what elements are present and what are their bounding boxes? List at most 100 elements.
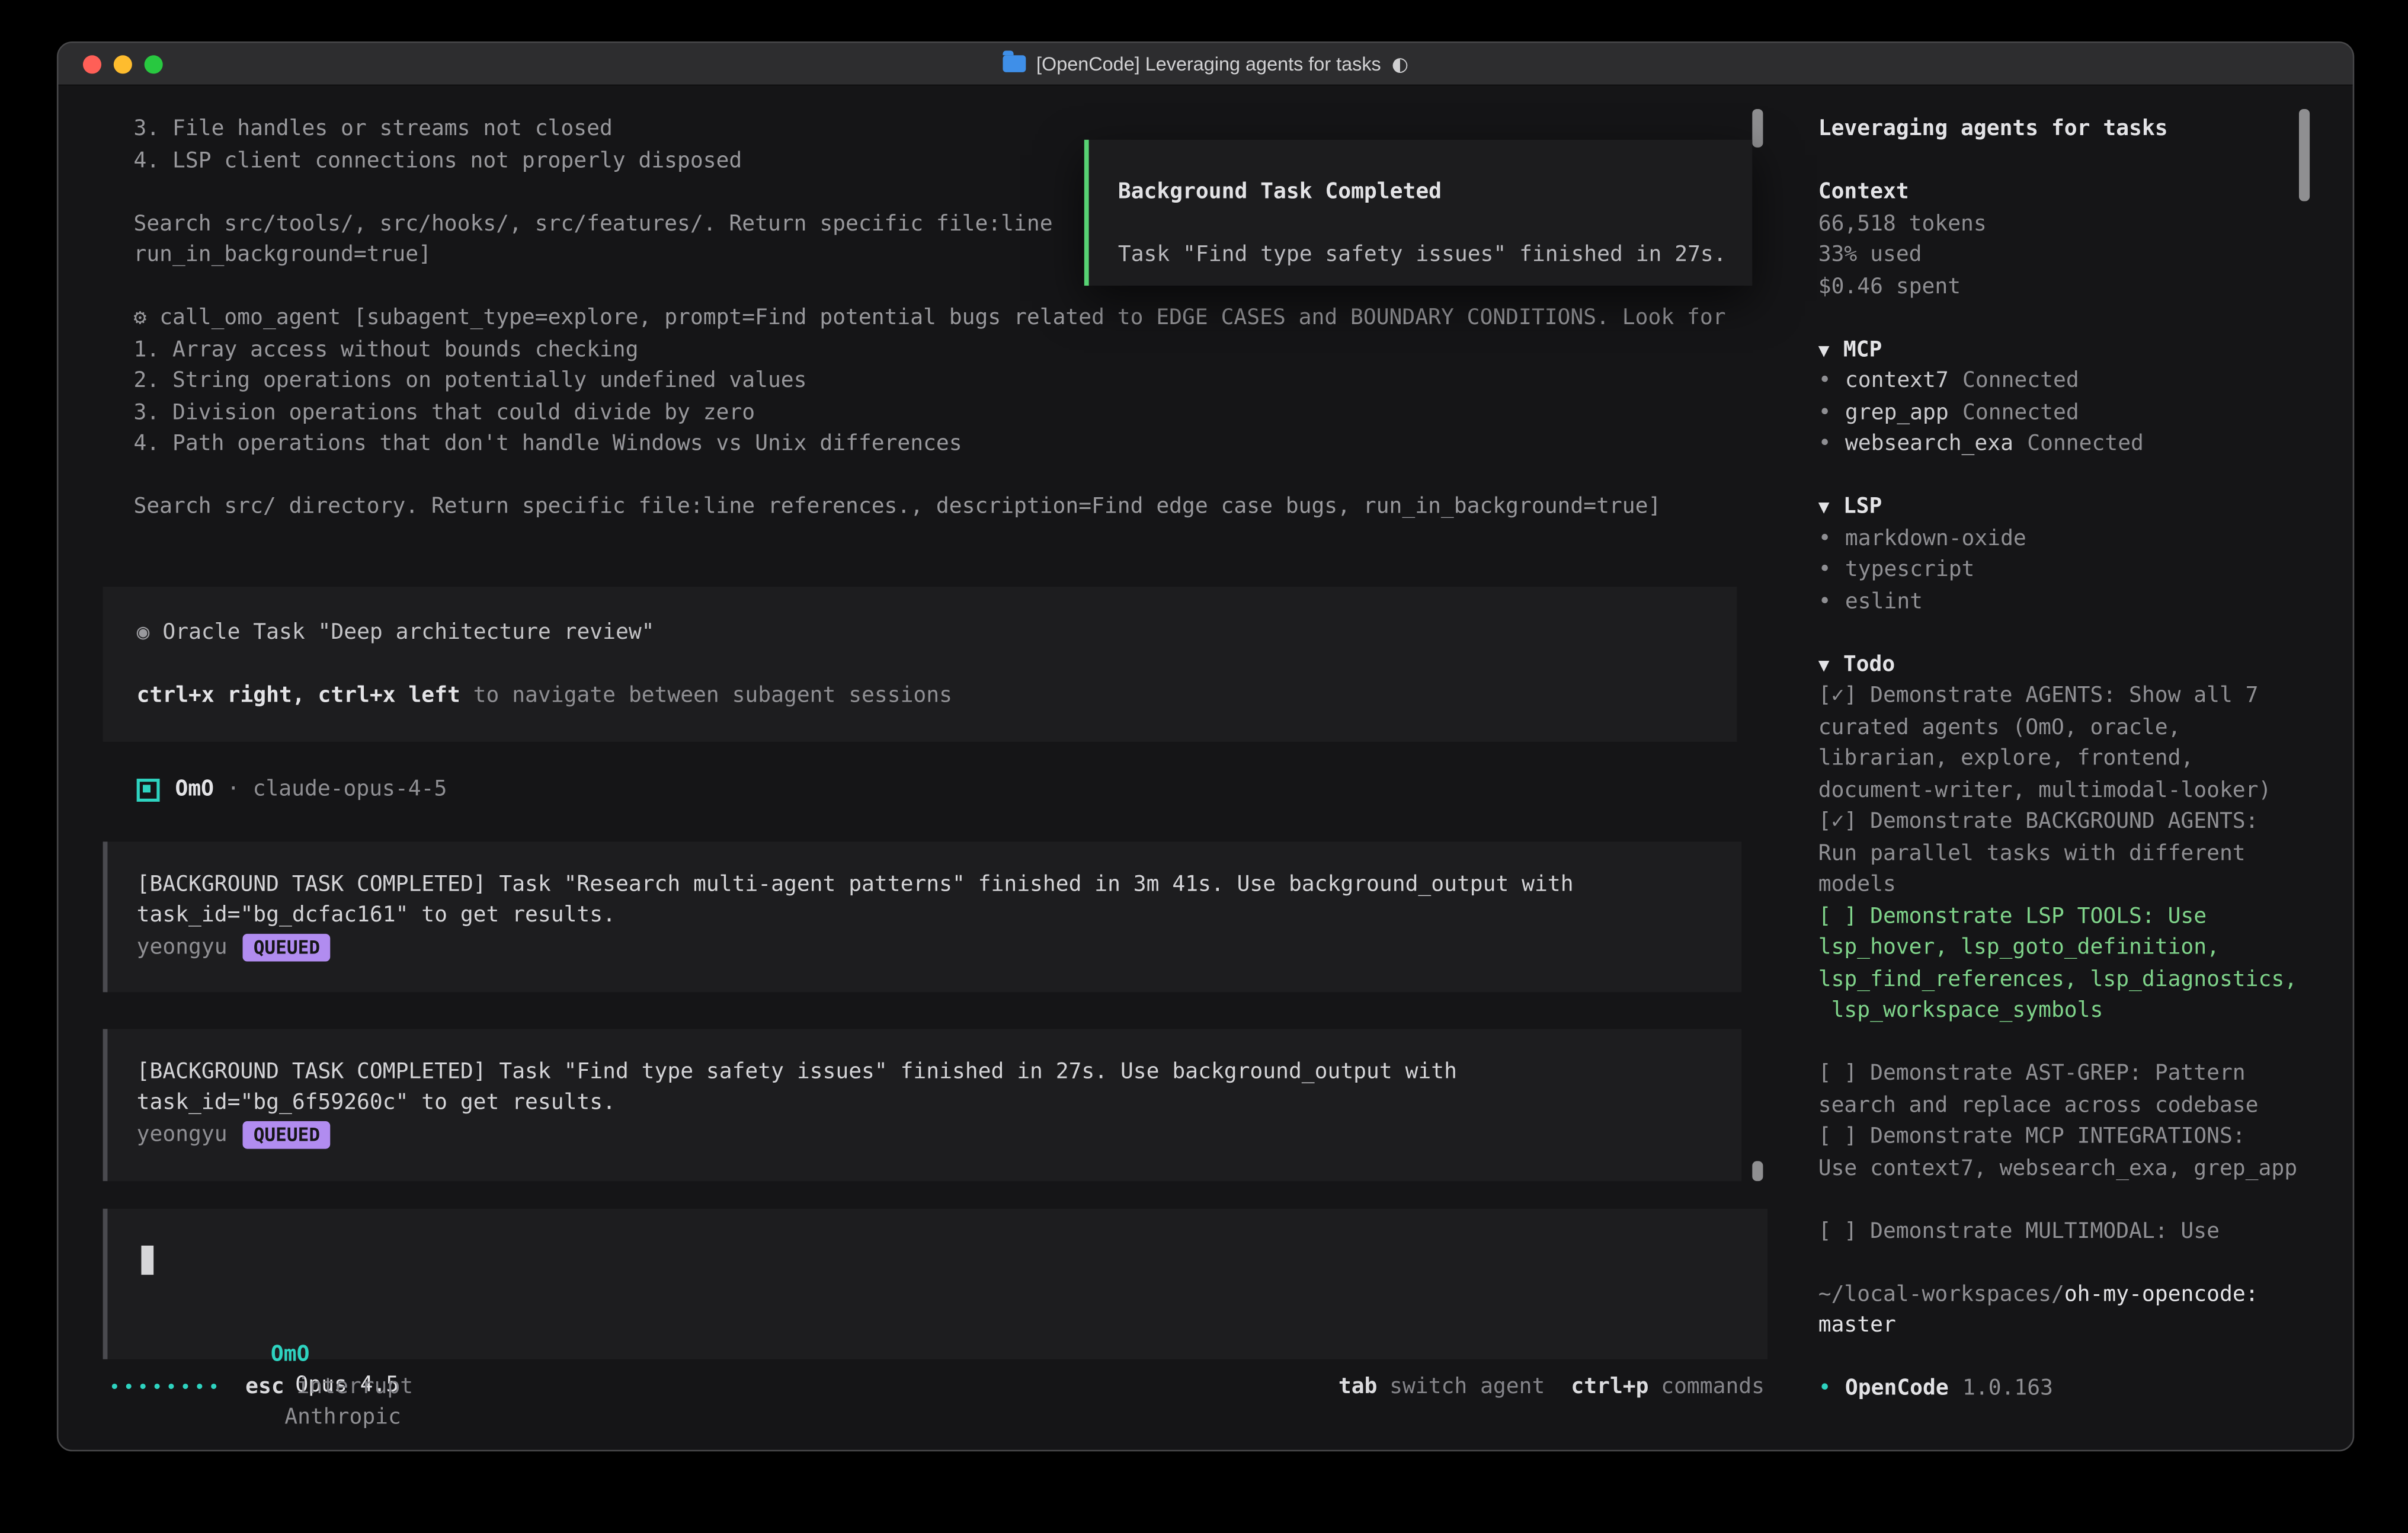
window-title: [OpenCode] Leveraging agents for tasks — [1036, 53, 1381, 74]
background-task-message: [BACKGROUND TASK COMPLETED] Task "Resear… — [103, 841, 1741, 992]
status-right: tabswitch agent ctrl+pcommands — [1339, 1374, 1765, 1398]
bullet-icon: • — [1818, 1376, 1831, 1400]
todo-item-line: [ ] Demonstrate AST-GREP: Pattern — [1818, 1058, 2322, 1090]
message-line: task_id="bg_6f59260c" to get results. — [137, 1087, 616, 1119]
blank-line — [133, 460, 1725, 491]
todo-item-line: Run parallel tasks with different — [1818, 838, 2322, 869]
bullet-icon: • — [1818, 400, 1831, 424]
oracle-hint: ctrl+x right, ctrl+x left to navigate be… — [137, 680, 952, 712]
tool-call-line: ⚙ call_omo_agent [subagent_type=explore,… — [133, 303, 1725, 334]
oracle-task-title: ◉ Oracle Task "Deep architecture review" — [137, 617, 655, 649]
mcp-item: •grep_appConnected — [1818, 397, 2322, 428]
oracle-task-panel[interactable]: ◉ Oracle Task "Deep architecture review"… — [103, 587, 1737, 742]
todo-item-line: models — [1818, 869, 2322, 901]
traffic-lights — [83, 43, 163, 85]
bullet-icon: • — [1818, 431, 1831, 456]
message-meta: yeongyu QUEUED — [137, 1119, 331, 1151]
todo-item-line: curated agents (OmO, oracle, — [1818, 712, 2322, 743]
bullet-icon: • — [1818, 558, 1831, 582]
mcp-heading[interactable]: ▼MCP — [1818, 334, 2322, 366]
background-task-message: [BACKGROUND TASK COMPLETED] Task "Find t… — [103, 1029, 1741, 1182]
context-heading: Context — [1818, 177, 2322, 208]
working-spinner-dots-icon: •••••••• — [109, 1375, 222, 1397]
todo-item-line-active: lsp_hover, lsp_goto_definition, — [1818, 932, 2322, 964]
status-bar: •••••••• escinterrupt tabswitch agent ct… — [109, 1370, 1765, 1402]
esc-hint: escinterrupt — [245, 1374, 413, 1398]
message-meta: yeongyu QUEUED — [137, 932, 331, 964]
message-line: [BACKGROUND TASK COMPLETED] Task "Resear… — [137, 869, 1574, 901]
folder-icon — [1003, 55, 1026, 72]
collapse-triangle-icon: ▼ — [1818, 496, 1830, 517]
collapse-triangle-icon: ▼ — [1818, 339, 1830, 360]
window-title-group: [OpenCode] Leveraging agents for tasks ◐ — [1003, 52, 1408, 75]
queued-badge: QUEUED — [243, 1122, 331, 1150]
queued-badge: QUEUED — [243, 934, 331, 962]
mcp-item: •websearch_exaConnected — [1818, 428, 2322, 460]
context-tokens: 66,518 tokens — [1818, 208, 2322, 239]
todo-item-line-active: lsp_find_references, lsp_diagnostics, — [1818, 964, 2322, 995]
input-provider-name: Anthropic — [284, 1404, 401, 1429]
agent-model: claude-opus-4-5 — [253, 774, 447, 805]
tool-call-item: 4. Path operations that don't handle Win… — [133, 428, 1725, 460]
todo-item-line: document-writer, multimodal-looker) — [1818, 775, 2322, 806]
todo-heading[interactable]: ▼Todo — [1818, 649, 2322, 680]
tool-call-text: call_omo_agent [subagent_type=explore, p… — [146, 306, 1725, 330]
message-author: yeongyu — [137, 1119, 228, 1151]
lsp-item: •markdown-oxide — [1818, 523, 2322, 555]
todo-item-line: search and replace across codebase — [1818, 1090, 2322, 1121]
app-version: •OpenCode1.0.163 — [1818, 1373, 2322, 1404]
bullet-icon: • — [1818, 369, 1831, 393]
workspace-path: ~/local-workspaces/oh-my-opencode: — [1818, 1279, 2322, 1310]
main-scrollbar-mark[interactable] — [1752, 1161, 1763, 1181]
agent-square-icon — [137, 778, 160, 801]
workspace-branch: master — [1818, 1310, 2322, 1342]
input-model-line: OmO Opus 4.5 Anthropic — [141, 1307, 401, 1339]
agent-name: OmO — [175, 774, 214, 805]
loading-spinner-icon: ◐ — [1392, 52, 1408, 75]
titlebar: [OpenCode] Leveraging agents for tasks ◐ — [58, 43, 2352, 87]
tool-call-item: 2. String operations on potentially unde… — [133, 366, 1725, 397]
zoom-window-button[interactable] — [145, 55, 163, 73]
sidebar: Leveraging agents for tasks Context 66,5… — [1795, 114, 2322, 1404]
status-left: •••••••• escinterrupt — [109, 1374, 413, 1398]
hint-text: to navigate between subagent sessions — [460, 683, 952, 708]
hint-keys: ctrl+x right, ctrl+x left — [137, 683, 460, 708]
close-window-button[interactable] — [83, 55, 101, 73]
message-author: yeongyu — [137, 932, 228, 964]
tab-hint: tabswitch agent — [1339, 1374, 1545, 1398]
todo-item-line: [✓] Demonstrate BACKGROUND AGENTS: — [1818, 806, 2322, 838]
main-scrollbar-thumb[interactable] — [1752, 109, 1763, 148]
text-cursor — [141, 1246, 153, 1275]
bullet-icon: • — [1818, 526, 1831, 551]
tool-call-tail: Search src/ directory. Return specific f… — [133, 491, 1725, 523]
tool-call-item: 3. Division operations that could divide… — [133, 397, 1725, 428]
opencode-window: [OpenCode] Leveraging agents for tasks ◐… — [57, 41, 2354, 1451]
prompt-input[interactable]: OmO Opus 4.5 Anthropic — [103, 1209, 1768, 1359]
gear-icon: ⚙ — [133, 306, 146, 330]
todo-item-line: Use context7, websearch_exa, grep_app — [1818, 1153, 2322, 1184]
todo-item-line-active: lsp_workspace_symbols — [1818, 996, 2322, 1027]
sidebar-scrollbar-thumb[interactable] — [2299, 109, 2310, 201]
todo-item-line: [ ] Demonstrate MULTIMODAL: Use — [1818, 1215, 2322, 1247]
tool-call-item: 1. Array access without bounds checking — [133, 334, 1725, 366]
lsp-item: •eslint — [1818, 586, 2322, 617]
context-spent: $0.46 spent — [1818, 271, 2322, 302]
todo-item-line: [✓] Demonstrate AGENTS: Show all 7 — [1818, 680, 2322, 712]
toast-body: Task "Find type safety issues" finished … — [1118, 239, 1727, 271]
agent-header: OmO · claude-opus-4-5 — [137, 774, 447, 805]
mcp-item: •context7Connected — [1818, 366, 2322, 397]
message-line: task_id="bg_dcfac161" to get results. — [137, 900, 616, 932]
lsp-item: •typescript — [1818, 555, 2322, 586]
collapse-triangle-icon: ▼ — [1818, 654, 1830, 675]
toast-title: Background Task Completed — [1118, 177, 1442, 208]
input-agent-name: OmO — [271, 1342, 310, 1366]
todo-item-line-active: [ ] Demonstrate LSP TOOLS: Use — [1818, 901, 2322, 932]
minimize-window-button[interactable] — [114, 55, 132, 73]
session-title: Leveraging agents for tasks — [1818, 114, 2322, 145]
lsp-heading[interactable]: ▼LSP — [1818, 491, 2322, 523]
record-icon: ◉ — [137, 620, 150, 645]
separator: · — [214, 774, 253, 805]
message-line: [BACKGROUND TASK COMPLETED] Task "Find t… — [137, 1057, 1457, 1088]
background-task-toast: Background Task Completed Task "Find typ… — [1084, 140, 1752, 286]
todo-item-line: librarian, explore, frontend, — [1818, 743, 2322, 774]
